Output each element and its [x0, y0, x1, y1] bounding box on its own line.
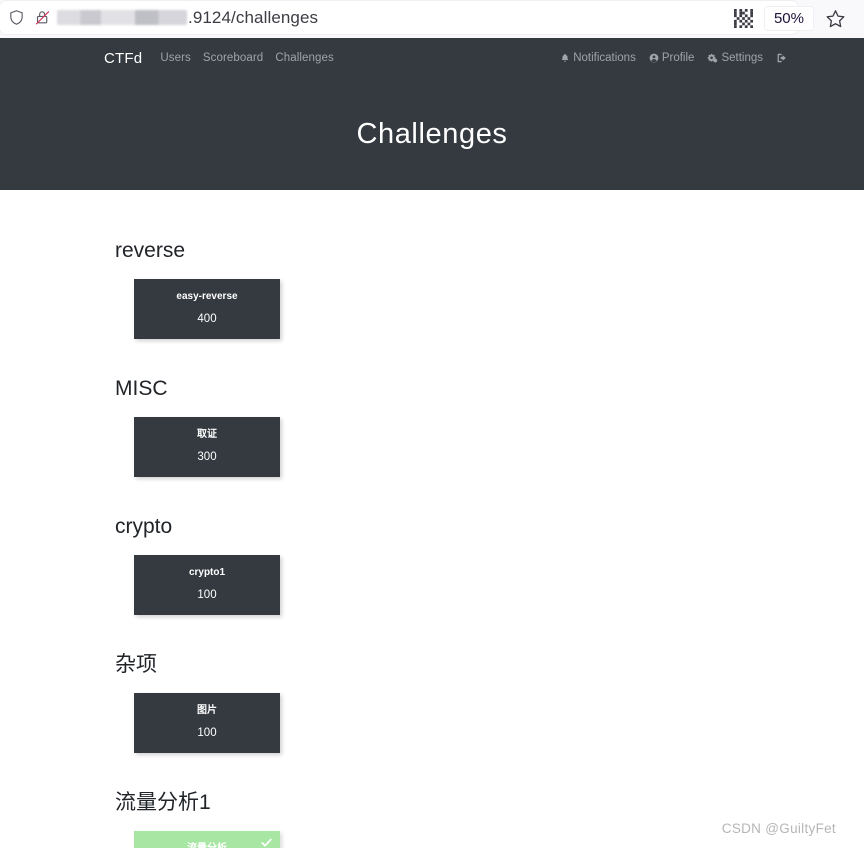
page-title: Challenges — [356, 117, 508, 150]
category-block: MISC 取证 300 — [0, 378, 864, 477]
category-cards-row: crypto1 100 — [0, 555, 864, 615]
category-cards-row: 取证 300 — [0, 417, 864, 477]
category-title: crypto — [115, 515, 173, 538]
user-circle-icon — [649, 53, 659, 63]
check-icon — [260, 836, 273, 848]
challenge-name: 取证 — [197, 429, 217, 441]
star-icon[interactable] — [814, 3, 856, 33]
crossed-out-padlock-icon[interactable] — [29, 9, 55, 26]
challenge-name: 流量分析 — [187, 844, 227, 848]
qr-code-icon[interactable] — [724, 3, 764, 33]
nav-link-challenges[interactable]: Challenges — [275, 52, 334, 64]
shield-icon[interactable] — [3, 9, 29, 26]
url-text: .9124/challenges — [57, 8, 318, 28]
watermark: CSDN @GuiltyFet — [721, 821, 836, 836]
category-title: reverse — [115, 239, 186, 262]
challenge-name: crypto1 — [188, 567, 226, 579]
challenge-card[interactable]: easy-reverse 400 — [134, 279, 280, 339]
category-block: 杂项 图片 100 — [0, 654, 864, 753]
ctfd-navbar: CTFd Users Scoreboard Challenges Notific… — [0, 38, 864, 78]
challenge-card[interactable]: crypto1 100 — [134, 555, 280, 615]
challenge-card[interactable]: 流量分析 100 — [134, 831, 280, 848]
challenge-value: 400 — [197, 313, 217, 326]
nav-link-users[interactable]: Users — [160, 52, 191, 64]
nav-item-settings-label: Settings — [721, 52, 763, 64]
address-bar[interactable]: .9124/challenges — [0, 1, 798, 34]
challenge-value: 100 — [197, 727, 217, 740]
category-cards-row: 图片 100 — [0, 693, 864, 753]
challenge-card[interactable]: 图片 100 — [134, 693, 280, 753]
url-path: .9124/challenges — [188, 7, 319, 27]
category-cards-row: easy-reverse 400 — [0, 279, 864, 339]
category-title: 流量分析1 — [115, 791, 211, 814]
nav-item-notifications-label: Notifications — [573, 52, 636, 64]
challenge-name: easy-reverse — [176, 291, 238, 303]
bell-icon — [560, 53, 570, 63]
nav-item-profile[interactable]: Profile — [649, 52, 695, 64]
challenge-value: 300 — [197, 451, 217, 464]
browser-toolbar-right: 50% — [724, 3, 856, 33]
page-header-band: Challenges — [0, 78, 864, 190]
nav-item-logout[interactable] — [776, 52, 788, 64]
category-block: crypto crypto1 100 — [0, 516, 864, 615]
challenges-main: reverse easy-reverse 400 MISC 取证 300 cry… — [0, 190, 864, 848]
category-block: 流量分析1 流量分析 100 — [0, 792, 864, 848]
browser-chrome: .9124/challenges 50% — [0, 0, 864, 38]
category-title: 杂项 — [115, 653, 157, 676]
nav-item-profile-label: Profile — [661, 52, 695, 64]
category-title: MISC — [115, 377, 168, 400]
brand-logo[interactable]: CTFd — [104, 50, 142, 67]
nav-links-left: Users Scoreboard Challenges — [160, 52, 334, 64]
nav-link-scoreboard[interactable]: Scoreboard — [203, 52, 263, 64]
challenge-card[interactable]: 取证 300 — [134, 417, 280, 477]
challenge-value: 100 — [197, 589, 217, 602]
sign-out-icon — [776, 52, 788, 64]
category-block: reverse easy-reverse 400 — [0, 240, 864, 339]
zoom-level-badge[interactable]: 50% — [763, 5, 814, 31]
challenge-name: 图片 — [197, 705, 217, 717]
redacted-host — [57, 10, 187, 25]
nav-item-settings[interactable]: Settings — [707, 52, 763, 64]
nav-links-right: Notifications Profile Settings — [560, 52, 788, 64]
gears-icon — [707, 53, 718, 63]
nav-item-notifications[interactable]: Notifications — [560, 52, 636, 64]
